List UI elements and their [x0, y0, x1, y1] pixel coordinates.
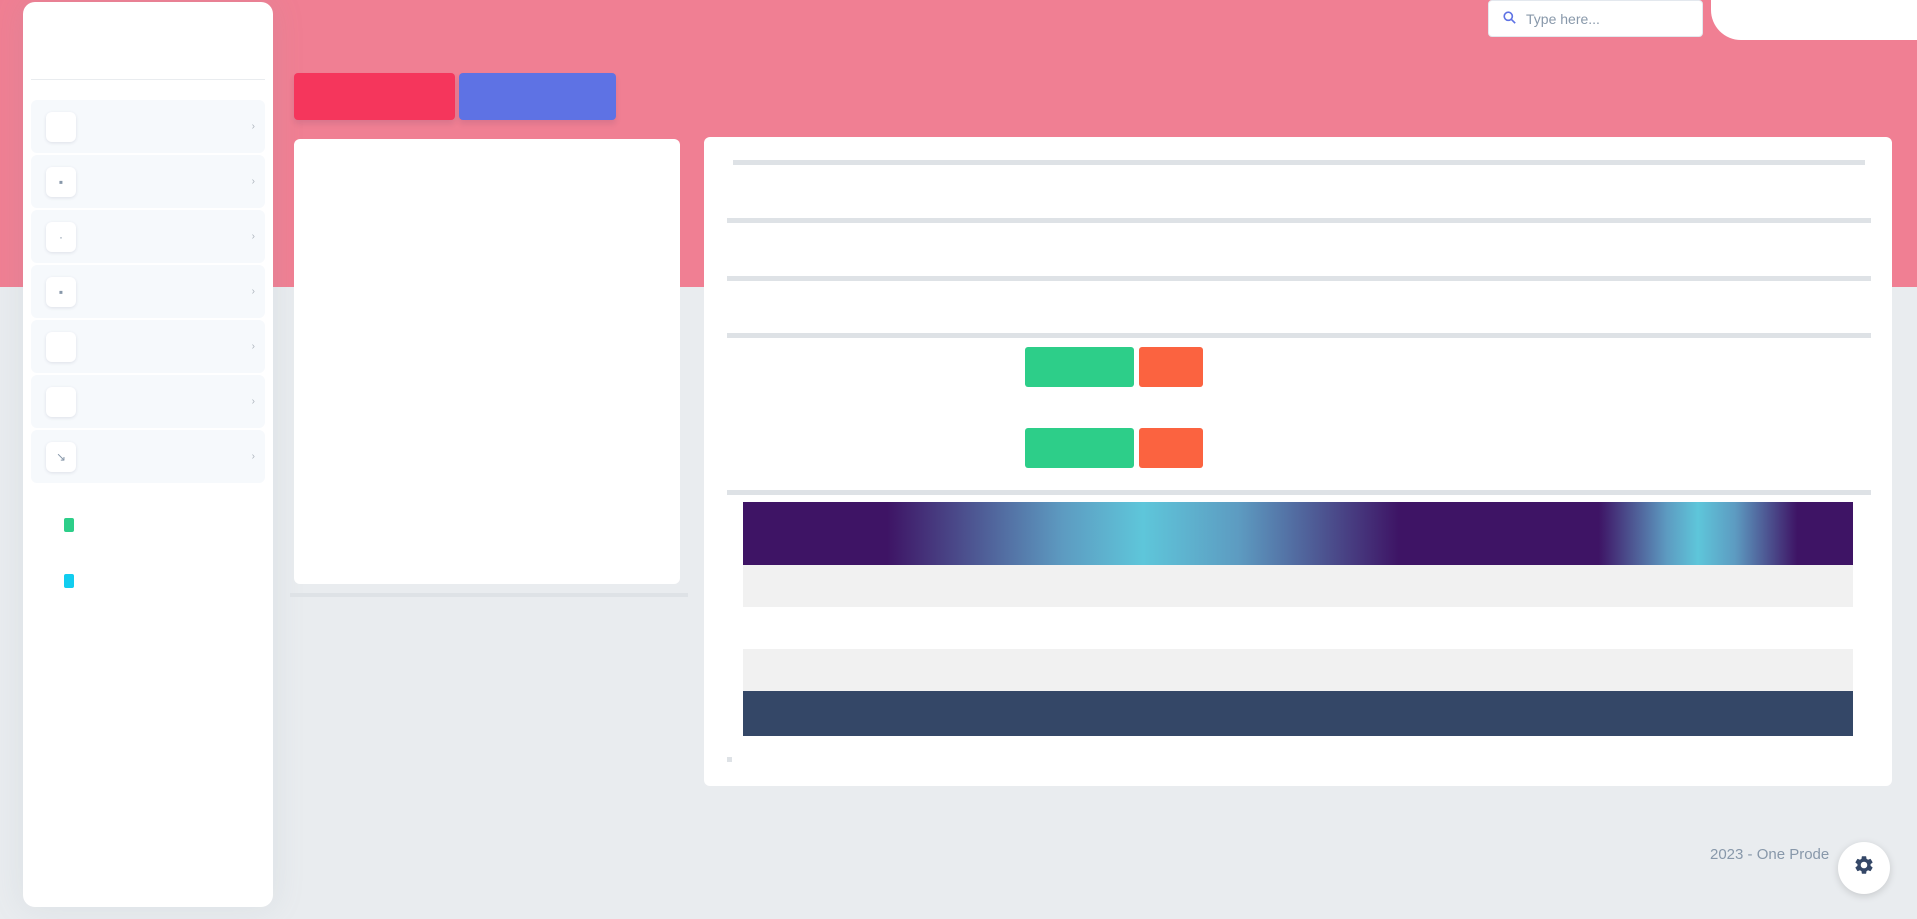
- table-cell: [1543, 649, 1853, 691]
- chevron-right-icon: ›: [251, 176, 255, 187]
- sidebar-plain-item-1[interactable]: [31, 497, 265, 553]
- divider: [727, 276, 1871, 281]
- sidebar-item-3[interactable]: · ›: [31, 210, 265, 263]
- approve-button[interactable]: [1025, 428, 1134, 468]
- chevron-right-icon: ›: [251, 231, 255, 242]
- sidebar-item-6[interactable]: ›: [31, 375, 265, 428]
- search-input[interactable]: [1526, 10, 1686, 27]
- chevron-right-icon: ›: [251, 341, 255, 352]
- table-cell: [743, 607, 1543, 649]
- table-header-cell: [1543, 502, 1853, 565]
- primary-action-button[interactable]: [459, 73, 616, 120]
- reject-button[interactable]: [1139, 347, 1203, 387]
- box-icon: ·: [46, 221, 76, 252]
- document-icon: [64, 518, 74, 532]
- action-row: [742, 428, 1208, 468]
- action-row: [742, 347, 1208, 387]
- table-total-row: [743, 691, 1853, 736]
- divider: [727, 333, 1871, 338]
- divider: [727, 218, 1871, 223]
- total-label: [743, 691, 1543, 736]
- reject-button[interactable]: [1139, 428, 1203, 468]
- sidebar-item-5[interactable]: ›: [31, 320, 265, 373]
- chevron-right-icon: ›: [251, 286, 255, 297]
- divider: [727, 490, 1871, 495]
- decorative-mark: [727, 757, 732, 762]
- table-header-row: [743, 502, 1853, 565]
- user-menu[interactable]: [1711, 0, 1917, 40]
- chevron-right-icon: ›: [251, 451, 255, 462]
- chevron-right-icon: ›: [251, 396, 255, 407]
- approve-button[interactable]: [1025, 347, 1134, 387]
- table-row: [743, 607, 1853, 649]
- danger-action-button[interactable]: [294, 73, 455, 120]
- table-cell: [1543, 565, 1853, 607]
- gear-icon: [1853, 854, 1875, 882]
- sidebar-item-4[interactable]: ▪ ›: [31, 265, 265, 318]
- sidebar-brand: [31, 2, 265, 80]
- folder-icon: ▪: [46, 276, 76, 307]
- table-row: [743, 649, 1853, 691]
- table-row: [743, 565, 1853, 607]
- table-cell: [1543, 607, 1853, 649]
- settings-button[interactable]: [1838, 842, 1890, 894]
- divider: [733, 160, 1865, 165]
- sidebar-item-7[interactable]: ↘ ›: [31, 430, 265, 483]
- footer-copyright: 2023 - One Prode: [1710, 846, 1830, 863]
- settings-icon: ↘: [46, 441, 76, 472]
- sidebar: › ▪ › · › ▪ › › › ↘ ›: [23, 2, 273, 907]
- items-table: [743, 502, 1853, 736]
- total-value: [1543, 691, 1853, 736]
- sidebar-plain-item-2[interactable]: [31, 553, 265, 609]
- divider: [290, 593, 688, 597]
- preview-card: [294, 139, 680, 584]
- sidebar-nav: › ▪ › · › ▪ › › › ↘ ›: [23, 80, 273, 609]
- table-cell: [743, 649, 1543, 691]
- dashboard-icon: [46, 111, 76, 142]
- table-cell: [743, 565, 1543, 607]
- table-header-cell: [743, 502, 1543, 565]
- chevron-right-icon: ›: [251, 121, 255, 132]
- chart-icon: [46, 331, 76, 362]
- sidebar-item-1[interactable]: ›: [31, 100, 265, 153]
- document-icon: [64, 574, 74, 588]
- search-box: [1488, 0, 1703, 37]
- search-icon: [1503, 10, 1516, 27]
- document-icon: ▪: [46, 166, 76, 197]
- sidebar-item-2[interactable]: ▪ ›: [31, 155, 265, 208]
- user-icon: [46, 386, 76, 417]
